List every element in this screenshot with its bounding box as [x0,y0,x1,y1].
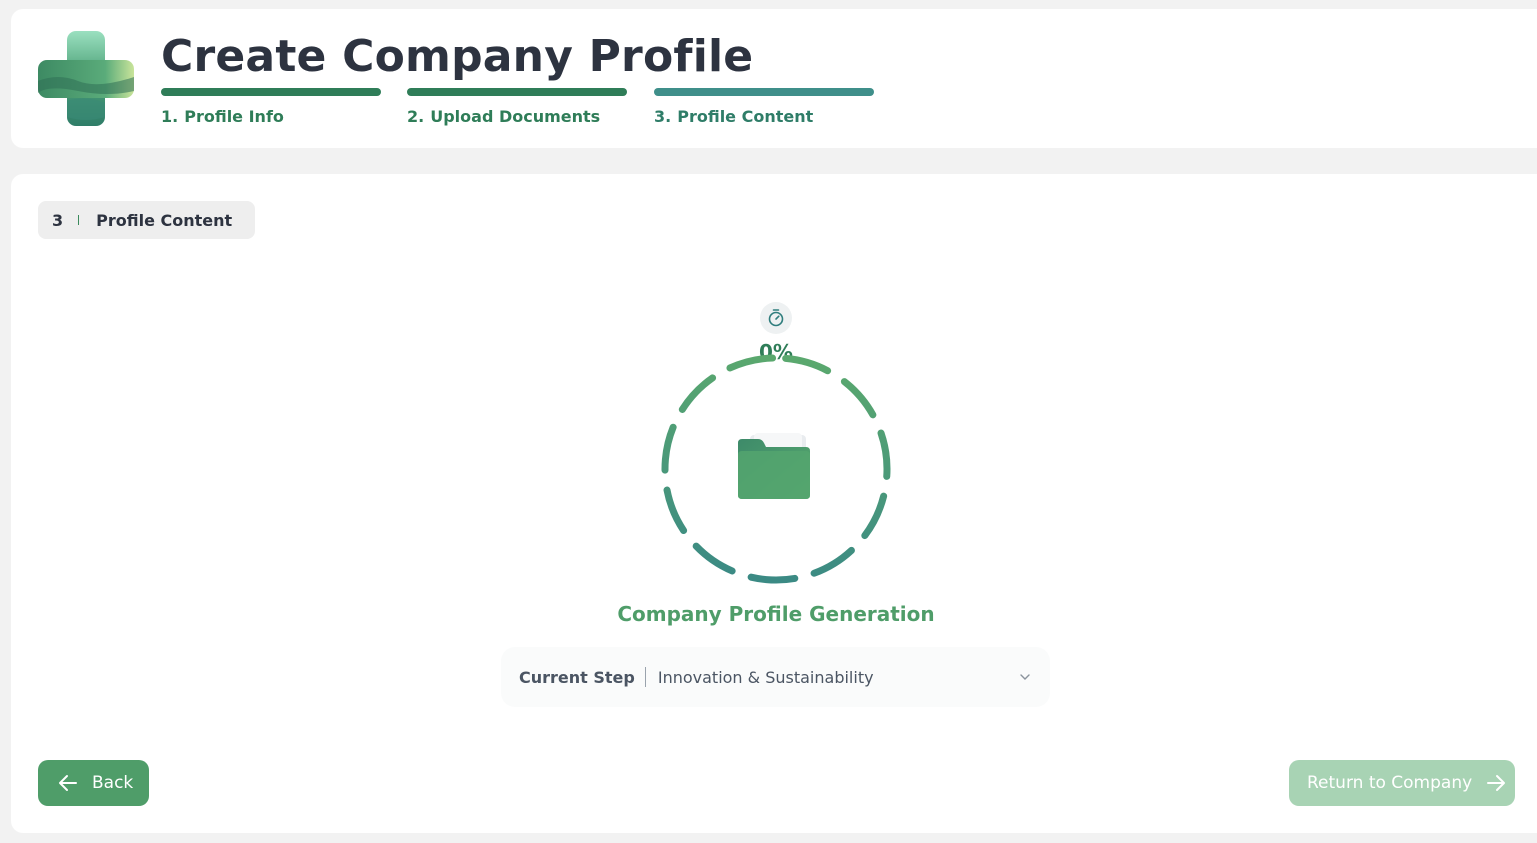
step-label: Profile Info [184,107,284,126]
company-logo [38,31,134,126]
current-step-divider [644,667,646,687]
main-card: 3 Profile Content 0% Company Profile Gen… [11,174,1537,833]
current-step-dropdown[interactable]: Current Step Innovation & Sustainability [501,647,1050,707]
chip-divider [78,215,80,225]
step-number: 2. [407,107,425,126]
step-upload-documents[interactable]: 2. Upload Documents [407,88,627,126]
section-chip: 3 Profile Content [38,201,255,239]
step-progress-bar [654,88,874,96]
back-button-label: Back [92,773,134,793]
arrow-left-icon [59,775,77,791]
generation-title: Company Profile Generation [617,602,935,626]
step-label: Upload Documents [430,107,601,126]
back-button[interactable]: Back [38,760,149,806]
step-profile-content[interactable]: 3. Profile Content [654,88,874,126]
step-label: Profile Content [677,107,814,126]
return-to-company-button[interactable]: Return to Company [1289,760,1515,806]
return-button-label: Return to Company [1307,773,1473,793]
section-number: 3 [52,210,64,230]
section-title: Profile Content [96,210,233,230]
step-progress-bar [161,88,381,96]
folder-icon [738,433,810,499]
stepper: 1. Profile Info 2. Upload Documents 3. Prof… [161,88,881,128]
page-title: Create Company Profile [161,31,754,82]
header-card: Create Company Profile 1. Profile Info 2.… [11,9,1537,148]
arrow-right-icon [1486,774,1506,792]
step-number: 1. [161,107,179,126]
current-step-label: Current Step [519,667,635,687]
step-profile-info[interactable]: 1. Profile Info [161,88,381,126]
current-step-value: Innovation & Sustainability [657,667,874,687]
step-number: 3. [654,107,672,126]
chevron-down-icon[interactable] [1018,670,1032,684]
step-progress-bar [407,88,627,96]
stopwatch-icon [760,302,792,334]
